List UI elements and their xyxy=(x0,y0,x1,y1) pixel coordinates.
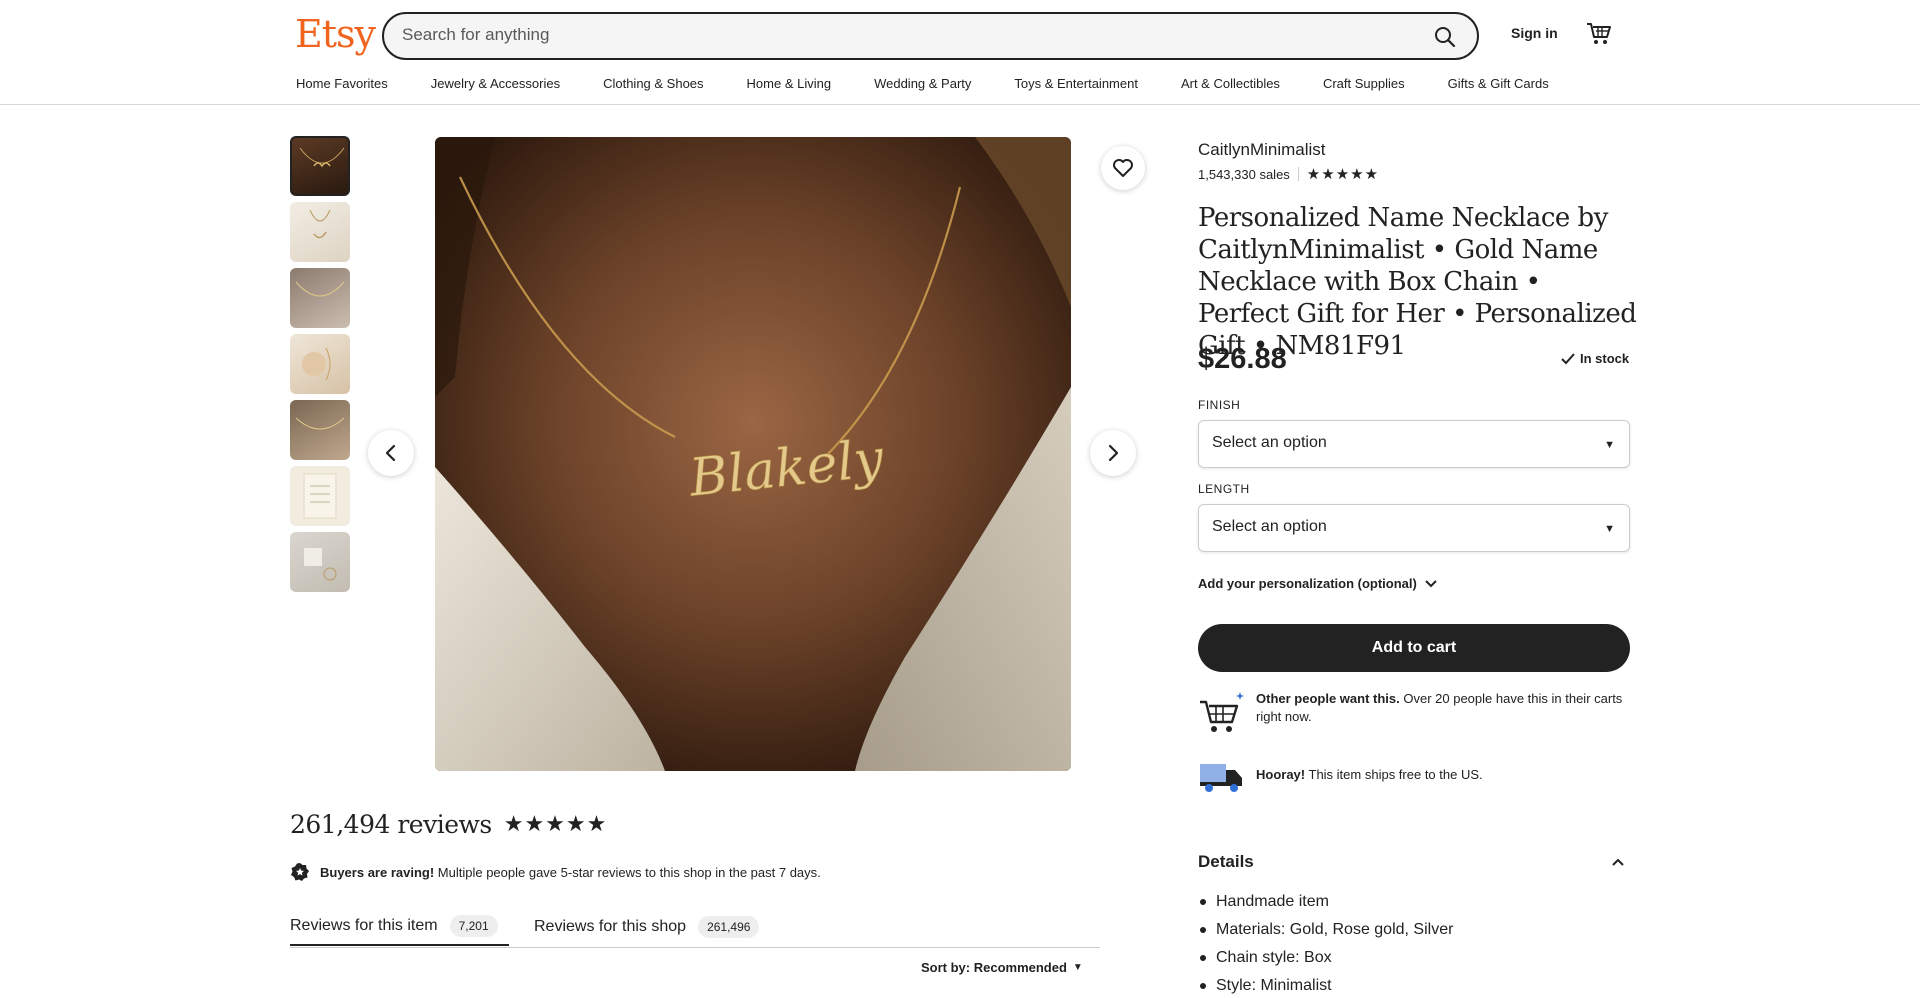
search-input[interactable] xyxy=(402,25,1402,45)
listing-title: Personalized Name Necklace by CaitlynMin… xyxy=(1198,203,1637,361)
sort-label: Sort by: Recommended xyxy=(921,960,1067,975)
finish-label: FINISH xyxy=(1198,398,1241,412)
main-product-image[interactable]: Blakely xyxy=(435,137,1071,771)
free-shipping-body: This item ships free to the US. xyxy=(1305,767,1483,782)
nav-item-clothing[interactable]: Clothing & Shoes xyxy=(603,76,703,91)
stock-status: In stock xyxy=(1560,351,1629,366)
cart-demand-bold: Other people want this. xyxy=(1256,691,1400,706)
nav-item-home-living[interactable]: Home & Living xyxy=(747,76,832,91)
reviews-summary: 261,494 reviews ★★★★★ xyxy=(290,810,607,839)
thumbnail[interactable] xyxy=(290,202,350,262)
shop-name-link[interactable]: CaitlynMinimalist xyxy=(1198,140,1326,160)
raving-text: Multiple people gave 5-star reviews to t… xyxy=(434,864,821,880)
delivery-truck-icon xyxy=(1200,764,1242,792)
shop-sales-row: 1,543,330 sales ★★★★★ xyxy=(1198,165,1379,183)
reviews-count: 261,494 reviews xyxy=(290,810,492,839)
caret-down-icon: ▼ xyxy=(1604,523,1615,535)
length-select-value: Select an option xyxy=(1212,518,1327,535)
free-shipping-notice: Hooray! This item ships free to the US. xyxy=(1198,752,1626,800)
chevron-left-icon xyxy=(385,444,396,462)
nav-item-toys[interactable]: Toys & Entertainment xyxy=(1014,76,1138,91)
sign-in-link[interactable]: Sign in xyxy=(1511,25,1558,41)
divider xyxy=(1297,167,1299,181)
length-label: LENGTH xyxy=(1198,482,1250,496)
star-badge-icon xyxy=(291,863,309,881)
tab-count-badge: 261,496 xyxy=(698,916,760,938)
price: $26.88 xyxy=(1198,343,1287,375)
nav-item-wedding[interactable]: Wedding & Party xyxy=(874,76,971,91)
personalization-label: Add your personalization (optional) xyxy=(1198,576,1417,591)
chevron-up-icon xyxy=(1612,858,1624,866)
thumbnail[interactable] xyxy=(290,466,350,526)
sort-dropdown[interactable]: Sort by: Recommended ▼ xyxy=(921,960,1083,975)
detail-item: Materials: Gold, Rose gold, Silver xyxy=(1198,916,1453,944)
details-heading: Details xyxy=(1198,852,1254,871)
sales-count: 1,543,330 sales xyxy=(1198,166,1290,182)
buyers-raving-notice: Buyers are raving! Multiple people gave … xyxy=(290,862,821,882)
details-toggle[interactable]: Details xyxy=(1198,852,1630,872)
tab-label: Reviews for this item xyxy=(290,917,438,934)
detail-item: Handmade item xyxy=(1198,888,1453,916)
nav-item-gifts[interactable]: Gifts & Gift Cards xyxy=(1448,76,1549,91)
thumbnail[interactable] xyxy=(290,334,350,394)
search-icon[interactable] xyxy=(1433,25,1457,49)
search-bar[interactable] xyxy=(382,12,1479,60)
thumbnail[interactable] xyxy=(290,136,350,196)
checkmark-icon xyxy=(1561,352,1575,364)
favorite-button[interactable] xyxy=(1101,146,1145,190)
details-list: Handmade item Materials: Gold, Rose gold… xyxy=(1198,888,1453,998)
detail-item: Style: Minimalist xyxy=(1198,972,1453,998)
tab-reviews-shop[interactable]: Reviews for this shop 261,496 xyxy=(534,908,760,946)
raving-bold: Buyers are raving! xyxy=(320,864,435,880)
reviews-tabs: Reviews for this item 7,201 Reviews for … xyxy=(290,908,1100,948)
tab-count-badge: 7,201 xyxy=(449,915,498,937)
previous-image-button[interactable] xyxy=(368,430,414,476)
stock-label: In stock xyxy=(1580,351,1630,366)
personalization-toggle[interactable]: Add your personalization (optional) xyxy=(1198,576,1437,591)
shop-rating-stars[interactable]: ★★★★★ xyxy=(1307,165,1379,183)
nav-item-craft[interactable]: Craft Supplies xyxy=(1323,76,1405,91)
cart-demand-notice: Other people want this. Over 20 people h… xyxy=(1198,690,1626,738)
category-nav: Home Favorites Jewelry & Accessories Clo… xyxy=(296,76,1592,91)
chevron-down-icon xyxy=(1425,579,1437,587)
thumbnail-list xyxy=(290,136,350,598)
tab-reviews-item[interactable]: Reviews for this item 7,201 xyxy=(290,908,509,946)
chevron-right-icon xyxy=(1108,444,1119,462)
nav-item-home-favorites[interactable]: Home Favorites xyxy=(296,76,388,91)
etsy-logo[interactable]: Etsy xyxy=(295,12,376,56)
cart-demand-text: Other people want this. Over 20 people h… xyxy=(1256,690,1626,726)
thumbnail[interactable] xyxy=(290,268,350,328)
free-shipping-text: Hooray! This item ships free to the US. xyxy=(1256,752,1626,784)
detail-item: Chain style: Box xyxy=(1198,944,1453,972)
finish-select[interactable]: Select an option ▼ xyxy=(1198,420,1630,468)
free-shipping-bold: Hooray! xyxy=(1256,767,1306,782)
cart-icon[interactable] xyxy=(1586,20,1612,46)
nav-item-jewelry[interactable]: Jewelry & Accessories xyxy=(431,76,560,91)
cart-demand-icon xyxy=(1200,692,1244,732)
finish-select-value: Select an option xyxy=(1212,434,1327,451)
tab-label: Reviews for this shop xyxy=(534,918,687,935)
heart-icon xyxy=(1113,159,1133,177)
thumbnail[interactable] xyxy=(290,400,350,460)
nav-item-art[interactable]: Art & Collectibles xyxy=(1181,76,1280,91)
caret-down-icon: ▼ xyxy=(1604,439,1615,451)
reviews-rating-stars: ★★★★★ xyxy=(503,812,608,837)
site-header: Etsy Sign in Home Favorites Jewelry & Ac… xyxy=(0,0,1920,105)
next-image-button[interactable] xyxy=(1090,430,1136,476)
caret-down-icon: ▼ xyxy=(1072,962,1083,973)
add-to-cart-button[interactable]: Add to cart xyxy=(1198,624,1630,672)
length-select[interactable]: Select an option ▼ xyxy=(1198,504,1630,552)
thumbnail[interactable] xyxy=(290,532,350,592)
